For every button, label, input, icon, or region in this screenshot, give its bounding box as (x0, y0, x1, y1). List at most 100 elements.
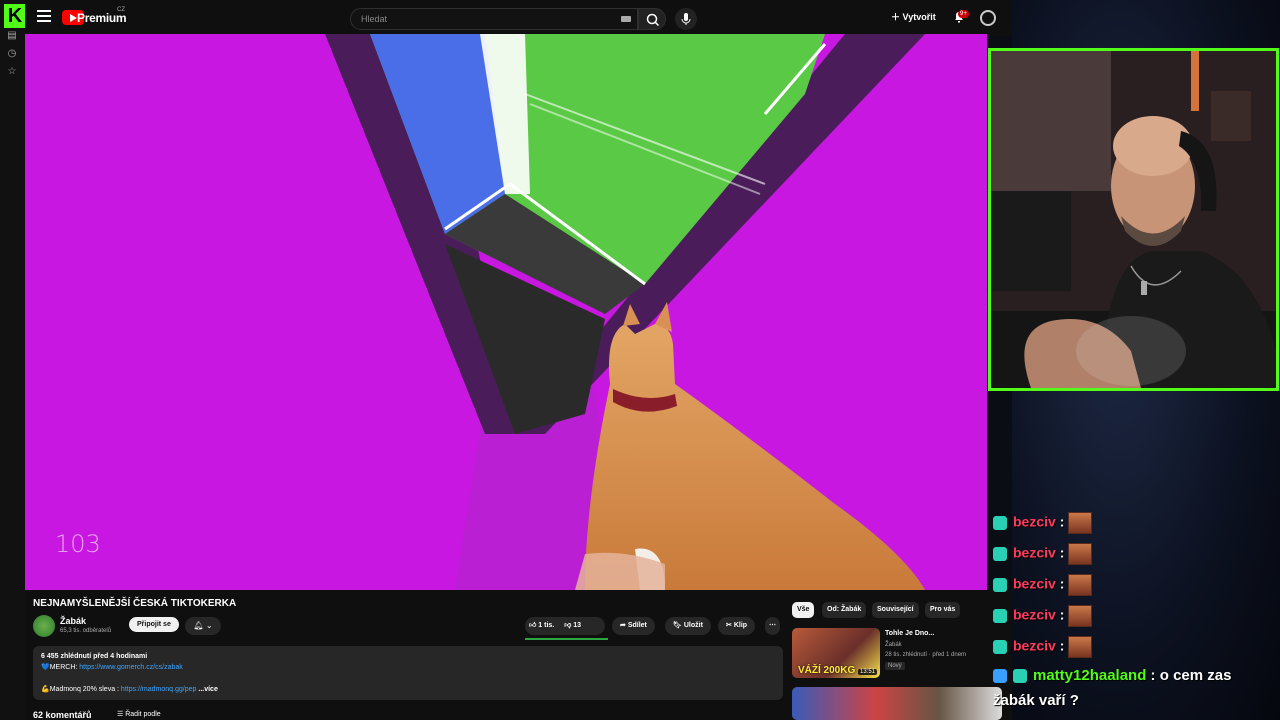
youtube-header: Premium CZ ＋ Vytvořit 9+ (25, 0, 1012, 36)
kick-sidebar: K ▤ ◷ ☆ (0, 0, 26, 720)
chat-username: bezciv (1013, 637, 1056, 654)
chip-from-channel[interactable]: Od: Žabák (822, 602, 867, 618)
thumb-up-icon: 👍︎ (529, 622, 537, 629)
video-details: NEJNAMYŠLENĚJŠÍ ČESKÁ TIKTOKERKA Žabák 6… (25, 590, 790, 720)
more-actions-button[interactable]: ⋯ (765, 617, 780, 635)
save-label: Uložit (683, 622, 703, 629)
game-counter: 103 (55, 530, 101, 558)
share-label: Sdílet (627, 622, 647, 629)
emote-icon (1068, 574, 1093, 596)
video-duration: 13:51 (857, 669, 877, 675)
subscriber-badge-icon (993, 516, 1007, 530)
chip-all[interactable]: Vše (792, 602, 815, 618)
madmonq-label: 💪Madmonq 20% sleva : (41, 686, 121, 693)
thumb-down-icon: 👎︎ (564, 622, 572, 629)
like-dislike-group: 👍︎ 1 tis. 👎︎ 13 (525, 617, 605, 635)
video-title: NEJNAMYŠLENĚJŠÍ ČESKÁ TIKTOKERKA (33, 598, 237, 609)
star-icon[interactable]: ☆ (6, 66, 18, 78)
recommendation-thumbnail-2[interactable] (792, 687, 1002, 720)
kick-logo-icon[interactable]: K (4, 4, 26, 28)
emote-icon (1068, 605, 1093, 627)
search-button[interactable] (638, 8, 666, 30)
chat-message: bezciv : (993, 512, 1278, 538)
country-code: CZ (117, 7, 125, 13)
clock-icon[interactable]: ◷ (6, 48, 18, 60)
bookmark-icon: 🔖︎ (673, 622, 682, 629)
emote-icon (1068, 543, 1093, 565)
subscriber-badge-icon (993, 640, 1007, 654)
chat-username: bezciv (1013, 575, 1056, 592)
madmonq-line: 💪Madmonq 20% sleva : https://madmonq.gg/… (41, 684, 775, 695)
channel-avatar[interactable] (33, 615, 55, 637)
save-button[interactable]: 🔖︎ Uložit (665, 617, 711, 635)
merch-link[interactable]: https://www.gomerch.cz/cs/zabak (79, 664, 182, 671)
chat-username: bezciv (1013, 544, 1056, 561)
thumbnail-text: VÁŽÍ 200KG (798, 665, 856, 676)
account-avatar[interactable] (980, 10, 996, 26)
webcam-feed (988, 48, 1279, 391)
chip-related[interactable]: Související (872, 602, 919, 618)
keyboard-icon[interactable] (621, 16, 631, 22)
notification-badge: 9+ (958, 10, 969, 18)
merch-label: 💙MERCH: (41, 664, 80, 671)
microphone-icon (681, 13, 691, 25)
video-player[interactable]: 103 (25, 34, 987, 590)
chat-message: bezciv : (993, 543, 1278, 569)
search-box[interactable] (350, 8, 638, 30)
chat-message: bezciv : (993, 605, 1278, 631)
chat-message: matty12haaland : o cem zas (993, 667, 1278, 693)
search-input[interactable] (361, 14, 601, 24)
view-meta: 6 455 zhlédnutí před 4 hodinami (41, 653, 148, 660)
game-scene (25, 34, 987, 590)
recommendations-panel: Vše Od: Žabák Související Pro vás VÁŽÍ 2… (790, 590, 1012, 720)
like-ratio-bar (525, 638, 608, 640)
recommendation-meta: 28 tis. zhlédnutí · před 1 dnem (885, 652, 967, 658)
chip-for-you[interactable]: Pro vás (925, 602, 961, 618)
clip-label: Klip (733, 622, 748, 629)
bell-outline-icon: 🔔︎ ⌄ (193, 621, 213, 630)
chat-text: žabák vaří ? (993, 692, 1079, 709)
search-icon (646, 13, 660, 27)
share-button[interactable]: ➦ Sdílet (612, 617, 655, 635)
chat-message: bezciv : (993, 636, 1278, 662)
subscriber-badge-icon (993, 578, 1007, 592)
channel-name[interactable]: Žabák (60, 616, 86, 626)
subscriber-badge-icon (993, 609, 1007, 623)
streamer-cam (991, 51, 1276, 388)
emote-icon (1068, 512, 1093, 534)
voice-search-button[interactable] (675, 8, 697, 30)
chat-username: bezciv (1013, 513, 1056, 530)
chat-text: o cem zas (1159, 667, 1232, 684)
recommendation-thumbnail[interactable]: VÁŽÍ 200KG 13:51 (792, 628, 880, 678)
recommendation-title[interactable]: Tohle Je Dno... (885, 630, 934, 637)
merch-line: 💙MERCH: https://www.gomerch.cz/cs/zabak (41, 662, 775, 673)
share-icon: ➦ (620, 622, 626, 629)
emote-icon (1068, 636, 1093, 658)
dislike-count: 13 (573, 622, 582, 629)
browse-icon[interactable]: ▤ (6, 30, 18, 42)
like-button[interactable]: 👍︎ 1 tis. (529, 622, 554, 629)
join-button[interactable]: Připojit se (129, 617, 179, 632)
sort-icon: ☰ (117, 711, 124, 718)
sort-button[interactable]: ☰ Řadit podle (117, 710, 161, 718)
sort-label: Řadit podle (125, 711, 161, 718)
plus-icon: ＋ (891, 12, 901, 22)
scissors-icon: ✂ (726, 622, 732, 629)
subscriber-badge-icon (1013, 669, 1027, 684)
dislike-button[interactable]: 👎︎ 13 (564, 622, 581, 629)
recommendation-channel[interactable]: Žabák (885, 642, 902, 648)
verified-badge-icon (993, 669, 1007, 684)
description-box[interactable]: 6 455 zhlédnutí před 4 hodinami 💙MERCH: … (33, 646, 783, 700)
youtube-brand[interactable]: Premium (77, 11, 127, 25)
more-link[interactable]: ...více (198, 686, 217, 693)
notification-bell-button[interactable]: 🔔︎ ⌄ (185, 617, 221, 635)
create-label: Vytvořit (902, 12, 936, 22)
chat-message-continued: žabák vaří ? (993, 692, 1278, 718)
menu-icon[interactable] (37, 10, 51, 22)
madmonq-link[interactable]: https://madmonq.gg/pep (121, 686, 197, 693)
clip-button[interactable]: ✂ Klip (718, 617, 756, 635)
new-badge: Nový (885, 662, 905, 670)
like-count: 1 tis. (538, 622, 555, 629)
subscriber-count: 65,3 tis. odběratelů (60, 628, 112, 634)
create-button[interactable]: ＋ Vytvořit (891, 10, 936, 23)
